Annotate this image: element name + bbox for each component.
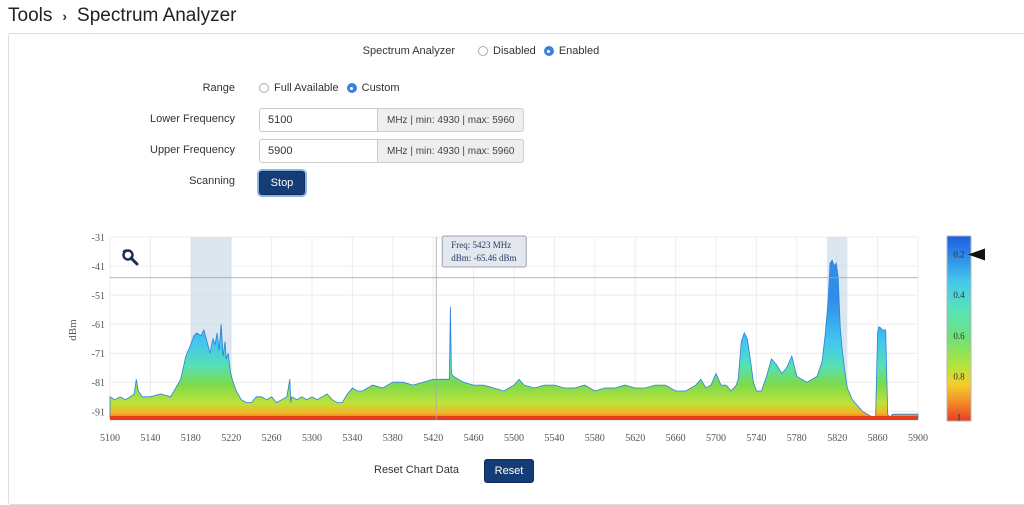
lower-frequency-label: Lower Frequency (150, 113, 235, 125)
range-full-radio[interactable] (259, 83, 269, 93)
chevron-right-icon: › (62, 8, 68, 24)
upper-frequency-group: MHz | min: 4930 | max: 5960 (259, 139, 525, 163)
range-radio-group: Full Available Custom (259, 82, 408, 94)
analyzer-enabled-radio[interactable] (543, 46, 554, 56)
breadcrumb: Tools › Spectrum Analyzer (8, 4, 237, 28)
stop-button[interactable]: Stop (259, 171, 305, 195)
analyzer-radio-group: Disabled Enabled (478, 45, 607, 57)
range-custom-label[interactable]: Custom (362, 82, 400, 94)
lower-frequency-group: MHz | min: 4930 | max: 5960 (259, 108, 525, 132)
analyzer-disabled-radio[interactable] (478, 46, 488, 56)
scanning-label: Scanning (189, 175, 235, 187)
analyzer-label: Spectrum Analyzer (362, 45, 455, 57)
breadcrumb-root[interactable]: Tools (8, 5, 52, 27)
upper-frequency-addon: MHz | min: 4930 | max: 5960 (378, 139, 525, 163)
page-title: Spectrum Analyzer (77, 5, 237, 26)
lower-frequency-input[interactable] (259, 108, 378, 132)
analyzer-enabled-label[interactable]: Enabled (559, 45, 599, 57)
reset-button[interactable]: Reset (484, 459, 534, 483)
range-full-label[interactable]: Full Available (274, 82, 339, 94)
range-label: Range (202, 82, 235, 94)
lower-frequency-addon: MHz | min: 4930 | max: 5960 (378, 108, 525, 132)
reset-chart-label: Reset Chart Data (374, 464, 459, 476)
spectrum-panel: Spectrum Analyzer Disabled Enabled Range… (8, 33, 1024, 505)
upper-frequency-input[interactable] (259, 139, 378, 163)
analyzer-disabled-label[interactable]: Disabled (493, 45, 536, 57)
upper-frequency-label: Upper Frequency (150, 144, 235, 156)
range-custom-radio[interactable] (346, 83, 357, 93)
